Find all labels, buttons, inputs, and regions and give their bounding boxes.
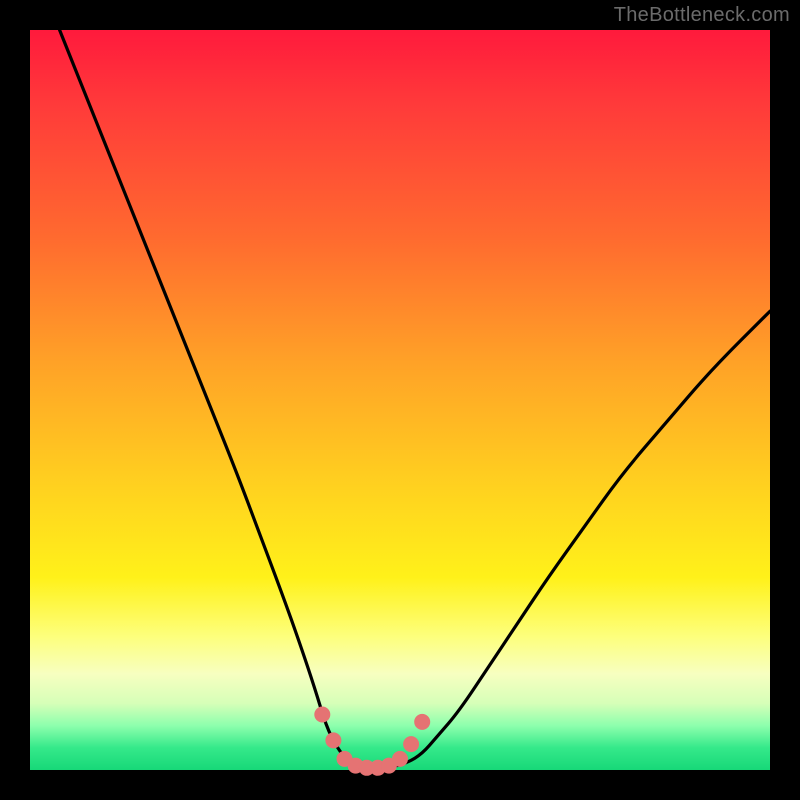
- plot-area: [30, 30, 770, 770]
- chart-svg: [30, 30, 770, 770]
- valley-dot: [392, 751, 408, 767]
- bottleneck-curve-path: [60, 30, 770, 768]
- valley-dots-group: [314, 707, 430, 776]
- watermark-text: TheBottleneck.com: [614, 4, 790, 27]
- valley-dot: [325, 732, 341, 748]
- chart-stage: TheBottleneck.com: [0, 0, 800, 800]
- valley-dot: [414, 714, 430, 730]
- valley-dot: [314, 707, 330, 723]
- valley-dot: [403, 736, 419, 752]
